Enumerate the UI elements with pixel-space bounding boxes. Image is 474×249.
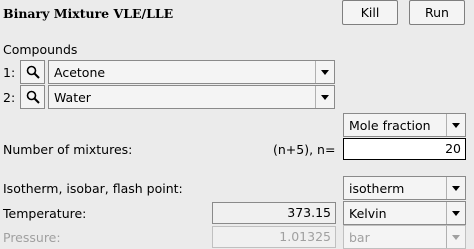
pressure-unit-select[interactable]: bar: [343, 225, 466, 249]
chevron-down-icon: [315, 86, 334, 108]
app-title: Binary Mixture VLE/LLE: [3, 6, 174, 21]
compound-1-select[interactable]: Acetone: [48, 60, 335, 84]
compound-1-search-button[interactable]: [20, 60, 45, 84]
compound-2-search-button[interactable]: [20, 85, 45, 109]
chevron-down-icon: [446, 177, 465, 199]
pressure-input[interactable]: 1.01325: [212, 226, 336, 248]
chevron-down-icon: [446, 202, 465, 224]
kill-button[interactable]: Kill: [342, 0, 398, 25]
chevron-down-icon: [315, 61, 334, 83]
pressure-label: Pressure:: [3, 230, 61, 245]
fraction-type-value: Mole fraction: [349, 118, 431, 133]
pressure-unit-value: bar: [349, 230, 370, 245]
mixtures-label: Number of mixtures:: [3, 142, 133, 157]
mode-label: Isotherm, isobar, flash point:: [3, 181, 183, 196]
compound-2-select[interactable]: Water: [48, 85, 335, 109]
compound-2-index: 2:: [3, 90, 16, 105]
fraction-type-select[interactable]: Mole fraction: [343, 113, 466, 137]
mixtures-input[interactable]: 20: [343, 138, 466, 160]
mode-value: isotherm: [349, 181, 405, 196]
compound-1-value: Acetone: [54, 65, 106, 80]
compounds-label: Compounds: [3, 42, 78, 57]
chevron-down-icon: [446, 226, 465, 248]
compound-1-index: 1:: [3, 65, 16, 80]
search-icon: [26, 90, 40, 104]
temperature-unit-value: Kelvin: [349, 206, 387, 221]
temperature-label: Temperature:: [3, 206, 87, 221]
chevron-down-icon: [446, 114, 465, 136]
run-button[interactable]: Run: [409, 0, 465, 25]
mixtures-hint: (n+5), n=: [273, 142, 336, 157]
compound-2-value: Water: [54, 90, 91, 105]
search-icon: [26, 65, 40, 79]
temperature-unit-select[interactable]: Kelvin: [343, 201, 466, 225]
mode-select[interactable]: isotherm: [343, 176, 466, 200]
temperature-input[interactable]: 373.15: [212, 202, 336, 224]
